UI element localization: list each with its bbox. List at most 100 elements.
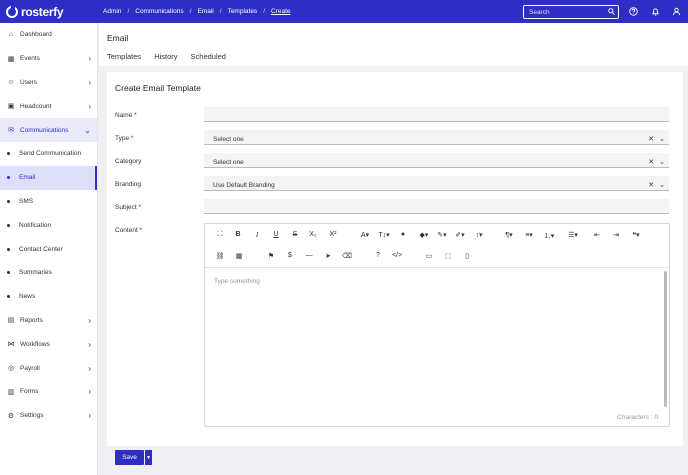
save-button[interactable]: Save bbox=[115, 450, 144, 465]
line-height-icon[interactable]: ↕▾ bbox=[473, 231, 485, 239]
calendar-icon: ▦ bbox=[7, 55, 15, 63]
tab-history[interactable]: History bbox=[154, 52, 177, 61]
breadcrumb-communications[interactable]: Communications bbox=[135, 8, 183, 15]
italic-icon[interactable]: I bbox=[251, 231, 263, 239]
breadcrumb-admin[interactable]: Admin bbox=[103, 8, 121, 15]
ordered-list-icon[interactable]: ⒈▾ bbox=[543, 231, 555, 241]
horizontal-line-icon[interactable]: — bbox=[303, 252, 315, 259]
flag-icon[interactable]: ⚑ bbox=[265, 252, 277, 260]
form-title: Create Email Template bbox=[115, 83, 201, 93]
pen-icon[interactable]: ✐▾ bbox=[454, 231, 466, 239]
superscript-icon[interactable]: X² bbox=[327, 231, 339, 238]
save-options-dropdown-icon[interactable]: ▼ bbox=[145, 450, 152, 465]
bell-icon[interactable] bbox=[649, 5, 662, 18]
logo-mark-icon bbox=[6, 5, 18, 18]
name-field[interactable] bbox=[204, 107, 669, 122]
align-icon[interactable]: ≡▾ bbox=[523, 231, 535, 239]
workflow-icon: ⋈ bbox=[7, 341, 15, 349]
logo[interactable]: rosterfy bbox=[0, 5, 99, 19]
help-icon[interactable] bbox=[627, 5, 640, 18]
tab-bar: Templates History Scheduled bbox=[107, 52, 239, 61]
sidebar-item-headcount[interactable]: ▣ Headcount › bbox=[0, 94, 97, 118]
paragraph-icon[interactable]: ¶▾ bbox=[503, 231, 515, 239]
sidebar-item-reports[interactable]: ▤ Reports › bbox=[0, 309, 97, 333]
tag-icon[interactable]: ◆▾ bbox=[418, 231, 430, 239]
clear-icon[interactable]: ✕ bbox=[648, 181, 654, 189]
chevron-down-icon[interactable]: ⌄ bbox=[659, 181, 665, 189]
outdent-icon[interactable]: ⇤ bbox=[591, 231, 603, 239]
mail-icon: ✉ bbox=[8, 127, 14, 135]
tab-scheduled[interactable]: Scheduled bbox=[191, 52, 226, 61]
breadcrumb-email[interactable]: Email bbox=[197, 8, 213, 15]
sidebar-item-forms[interactable]: ▥ Forms › bbox=[0, 380, 97, 404]
sidebar-item-events[interactable]: ▦ Events › bbox=[0, 47, 97, 71]
sidebar-item-communications[interactable]: ✉ Communications ⌄ bbox=[0, 118, 97, 142]
breadcrumb: Admin / Communications / Email / Templates /… bbox=[103, 8, 291, 15]
top-bar: rosterfy Admin / Communications / Email / T… bbox=[0, 0, 688, 23]
category-select[interactable]: Select one ✕ ⌄ bbox=[204, 153, 669, 168]
home-icon: ⌂ bbox=[8, 31, 14, 39]
underline-icon[interactable]: U bbox=[270, 231, 282, 238]
select-all-icon[interactable]: ➤ bbox=[322, 252, 334, 260]
sidebar-item-dashboard[interactable]: ⌂ Dashboard bbox=[0, 23, 97, 47]
text-color-icon[interactable]: ● bbox=[397, 231, 409, 238]
clear-format-icon[interactable]: ⌫ bbox=[341, 252, 353, 260]
branding-select[interactable]: Use Default Branding ✕ ⌄ bbox=[204, 176, 669, 191]
editor-scrollbar[interactable] bbox=[664, 271, 667, 407]
bold-icon[interactable]: B bbox=[232, 231, 244, 238]
search-input[interactable]: Search bbox=[523, 5, 619, 19]
unordered-list-icon[interactable]: ☰▾ bbox=[567, 231, 579, 239]
clear-icon[interactable]: ✕ bbox=[648, 158, 654, 166]
chevron-right-icon: › bbox=[88, 77, 91, 87]
sidebar-item-summaries[interactable]: Summaries bbox=[0, 261, 97, 285]
sidebar-item-label: Workflows bbox=[20, 340, 50, 348]
page-header: Email Templates History Scheduled bbox=[99, 23, 688, 66]
editor-placeholder: Type something bbox=[214, 278, 260, 285]
fullscreen-icon[interactable]: ⛶ bbox=[214, 231, 226, 239]
sidebar-item-users[interactable]: ☺ Users › bbox=[0, 71, 97, 95]
font-family-icon[interactable]: A▾ bbox=[359, 231, 371, 239]
sidebar-item-payroll[interactable]: ◎ Payroll › bbox=[0, 356, 97, 380]
sidebar-item-label: Notification bbox=[19, 221, 52, 229]
sidebar-item-notification[interactable]: Notification bbox=[0, 213, 97, 237]
sidebar-item-contact-center[interactable]: Contact Center bbox=[0, 237, 97, 261]
sidebar-item-workflows[interactable]: ⋈ Workflows › bbox=[0, 332, 97, 356]
type-select[interactable]: Select one ✕ ⌄ bbox=[204, 130, 669, 145]
name-label: Name * bbox=[115, 112, 137, 119]
table-icon[interactable]: ▦ bbox=[233, 252, 245, 260]
editor-content-area[interactable]: Type something bbox=[205, 267, 669, 408]
type-label: Type * bbox=[115, 135, 134, 142]
media-icon[interactable]: ▭ bbox=[423, 252, 435, 260]
link-icon[interactable]: ⛓ bbox=[214, 252, 226, 260]
sidebar: ⌂ Dashboard ▦ Events › ☺ Users › ▣ Headcount › … bbox=[0, 23, 98, 475]
quote-icon[interactable]: ❝▾ bbox=[630, 231, 642, 239]
editor-toolbar-row-1: ⛶ B I U S X₂ X² A▾ T↕▾ ● ◆▾ ✎▾ ✐▾ ↕▾ ¶▾ … bbox=[205, 224, 669, 245]
breadcrumb-create[interactable]: Create bbox=[271, 8, 291, 15]
sidebar-item-send-communication[interactable]: Send Communication bbox=[0, 142, 97, 166]
subscript-icon[interactable]: X₂ bbox=[307, 231, 319, 238]
sidebar-item-sms[interactable]: SMS bbox=[0, 190, 97, 214]
indent-icon[interactable]: ⇥ bbox=[610, 231, 622, 239]
content-editor: ⛶ B I U S X₂ X² A▾ T↕▾ ● ◆▾ ✎▾ ✐▾ ↕▾ ¶▾ … bbox=[204, 223, 670, 427]
dollar-icon[interactable]: $ bbox=[284, 252, 296, 259]
sidebar-item-settings[interactable]: ⚙ Settings › bbox=[0, 404, 97, 428]
chevron-down-icon[interactable]: ⌄ bbox=[659, 135, 665, 143]
subject-field[interactable] bbox=[204, 199, 669, 214]
font-size-icon[interactable]: T↕▾ bbox=[378, 231, 390, 239]
brush-icon[interactable]: ✎▾ bbox=[436, 231, 448, 239]
help-question-icon[interactable]: ? bbox=[372, 252, 384, 259]
clear-icon[interactable]: ✕ bbox=[648, 135, 654, 143]
sidebar-item-news[interactable]: News bbox=[0, 285, 97, 309]
strikethrough-icon[interactable]: S bbox=[289, 231, 301, 238]
file-icon[interactable]: ▯ bbox=[461, 252, 473, 260]
breadcrumb-templates[interactable]: Templates bbox=[228, 8, 258, 15]
user-profile-icon[interactable] bbox=[670, 5, 683, 18]
tab-templates[interactable]: Templates bbox=[107, 52, 141, 61]
code-view-icon[interactable]: </> bbox=[391, 252, 403, 259]
sidebar-item-label: SMS bbox=[19, 197, 34, 205]
sidebar-item-email[interactable]: Email bbox=[0, 165, 97, 190]
chevron-down-icon[interactable]: ⌄ bbox=[659, 158, 665, 166]
search-icon[interactable] bbox=[604, 7, 618, 17]
image-upload-icon[interactable]: ⬚ bbox=[442, 252, 454, 260]
category-value: Select one bbox=[213, 158, 244, 166]
